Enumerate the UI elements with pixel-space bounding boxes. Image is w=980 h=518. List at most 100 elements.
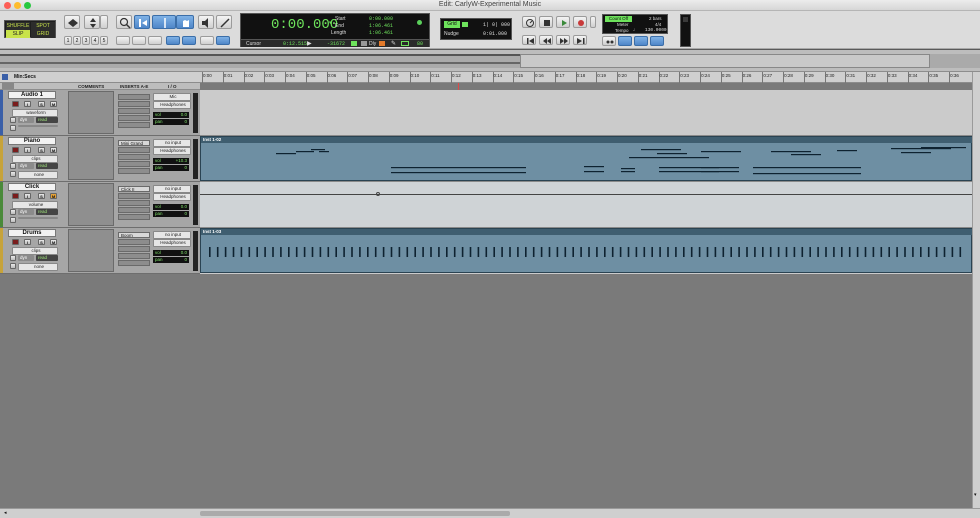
drum-hit[interactable] <box>896 247 898 257</box>
drum-hit[interactable] <box>517 247 519 257</box>
solo-button[interactable]: S <box>38 147 45 153</box>
drum-hit[interactable] <box>651 247 653 257</box>
drum-hit[interactable] <box>248 247 251 257</box>
scroll-left-icon[interactable]: ◂ <box>4 510 7 516</box>
tempo-value[interactable]: 130.0000 <box>645 28 667 33</box>
insertion-follows-playback-icon[interactable] <box>166 36 180 45</box>
track-extra-selector[interactable] <box>18 125 58 127</box>
drum-hit[interactable] <box>398 247 401 257</box>
drum-hit[interactable] <box>374 247 377 257</box>
insert-slot-d[interactable] <box>118 115 150 121</box>
drum-hit[interactable] <box>580 247 582 257</box>
track-row[interactable]: Drums I S M clips dyn read none Boom no … <box>0 228 200 274</box>
insert-slot-e[interactable] <box>118 214 150 220</box>
insert-slot-b[interactable] <box>118 193 150 199</box>
zoom-in-vertical-icon[interactable] <box>84 15 100 29</box>
drum-hit[interactable] <box>256 247 258 257</box>
automation-mode-selector[interactable]: read <box>36 255 58 261</box>
insert-slot-a[interactable] <box>118 94 150 100</box>
scrubber-tool-icon[interactable] <box>198 15 214 29</box>
record-enable-button[interactable] <box>12 101 19 107</box>
vol-value[interactable]: 0.0 <box>167 250 189 256</box>
universe-overview[interactable] <box>0 50 980 72</box>
track-extra-selector[interactable]: none <box>18 171 58 179</box>
link-timeline-edit-icon[interactable] <box>132 36 146 45</box>
scroll-down-icon[interactable]: ▾ <box>974 492 979 498</box>
drum-hit[interactable] <box>501 247 503 257</box>
drum-hit[interactable] <box>706 247 709 257</box>
delay-compensation-icon[interactable] <box>351 41 357 46</box>
trim-tool-icon[interactable] <box>134 15 150 29</box>
zoomer-tool-icon[interactable] <box>116 15 132 29</box>
mute-button[interactable]: M <box>50 239 57 245</box>
drum-hit[interactable] <box>461 247 464 257</box>
mute-button[interactable]: M <box>50 193 57 199</box>
drum-hit[interactable] <box>801 247 804 257</box>
lane-click[interactable] <box>200 182 972 228</box>
drum-hit[interactable] <box>619 247 622 257</box>
tempo-ramp-icon[interactable] <box>650 36 664 46</box>
record-enable-button[interactable] <box>12 147 19 153</box>
drum-hit[interactable] <box>643 247 646 257</box>
pan-value[interactable]: 0 <box>167 119 189 125</box>
drum-hit[interactable] <box>833 247 835 257</box>
drum-hit[interactable] <box>485 247 488 257</box>
grid-mode-button[interactable]: GRID <box>31 30 55 38</box>
drum-hit[interactable] <box>754 247 756 257</box>
piano-midi-clip[interactable]: Inst 1-02 <box>200 136 973 181</box>
lane-piano[interactable]: Inst 1-02 <box>200 136 973 182</box>
online-button[interactable] <box>522 16 536 28</box>
midi-note[interactable] <box>753 173 861 175</box>
track-extra-selector[interactable] <box>18 217 58 219</box>
drum-hit[interactable] <box>777 247 780 257</box>
transport-expand-button[interactable] <box>590 16 596 28</box>
lock-icon[interactable] <box>10 171 16 177</box>
return-to-zero-icon[interactable] <box>522 35 536 45</box>
track-row[interactable]: Piano I S M clips dyn read none Mini Gra… <box>0 136 200 182</box>
drum-hit[interactable] <box>841 247 843 257</box>
midi-note[interactable] <box>391 172 526 174</box>
drum-hit[interactable] <box>872 247 875 257</box>
drum-hit[interactable] <box>264 247 266 257</box>
drum-hit[interactable] <box>288 247 290 257</box>
main-counter-dropdown-icon[interactable]: ▾ <box>329 20 332 26</box>
track-extra-selector[interactable]: none <box>18 263 58 271</box>
io-output-selector[interactable]: Headphones <box>153 193 191 201</box>
mute-button[interactable]: M <box>50 147 57 153</box>
drum-hit[interactable] <box>343 247 345 257</box>
track-row[interactable]: Audio 1 I S M waveform dyn read Mic Head… <box>0 90 200 136</box>
drum-hit[interactable] <box>422 247 424 257</box>
grid-toggle-icon[interactable] <box>462 22 468 27</box>
automation-breakpoint[interactable] <box>376 192 380 196</box>
horizontal-scrollbar[interactable]: ◂ <box>0 508 980 518</box>
conductor-track-icon[interactable] <box>618 36 632 46</box>
drum-hit[interactable] <box>406 247 409 257</box>
track-view-selector[interactable]: clips <box>12 247 58 255</box>
comments-box[interactable] <box>68 183 114 226</box>
record-enable-button[interactable] <box>12 239 19 245</box>
drum-hit[interactable] <box>927 247 930 257</box>
drum-hit[interactable] <box>453 247 456 257</box>
pan-value[interactable]: 0 <box>167 211 189 217</box>
vol-value[interactable]: +10.3 <box>167 158 189 164</box>
io-output-selector[interactable]: Headphones <box>153 101 191 109</box>
stop-button[interactable] <box>539 16 553 28</box>
comments-box[interactable] <box>68 91 114 134</box>
snap-to-grid-icon[interactable] <box>216 36 230 45</box>
insert-slot-e[interactable] <box>118 168 150 174</box>
drum-hit[interactable] <box>635 247 638 257</box>
midi-note[interactable] <box>701 171 739 173</box>
pan-value[interactable]: 0 <box>167 165 189 171</box>
drum-hit[interactable] <box>769 247 772 257</box>
zoom-preset-2[interactable]: 2 <box>73 36 81 45</box>
insert-slot-d[interactable] <box>118 207 150 213</box>
playlist-icon[interactable] <box>10 163 16 169</box>
insert-slot-c[interactable] <box>118 108 150 114</box>
drum-hit[interactable] <box>888 247 890 257</box>
nudge-label[interactable]: Nudge <box>444 31 459 37</box>
drum-hit[interactable] <box>920 247 922 257</box>
drum-hit[interactable] <box>951 247 954 257</box>
drum-hit[interactable] <box>746 247 748 257</box>
click-volume-line[interactable] <box>200 194 972 195</box>
insert-slot-a[interactable]: Boom <box>118 232 150 238</box>
